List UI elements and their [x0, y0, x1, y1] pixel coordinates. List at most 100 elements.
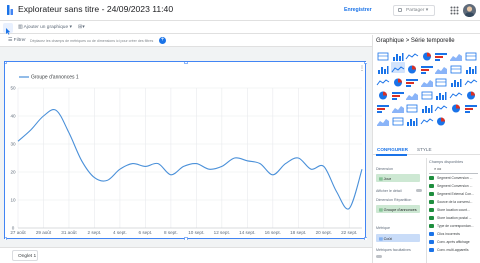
field-item[interactable]: Type de correspondan... — [429, 224, 474, 230]
tab-configure[interactable]: CONFIGURER — [377, 147, 408, 152]
scorecard-compact-icon[interactable] — [434, 49, 449, 61]
add-control-caret: ▾ — [82, 24, 85, 30]
field-label: Segment Conversion ... — [437, 184, 473, 188]
add-chart-button[interactable]: ▥ Ajouter un graphique ▾ — [18, 25, 72, 30]
grouped-bar-icon[interactable] — [376, 75, 390, 86]
optional-metrics-toggle[interactable] — [376, 255, 382, 258]
filled-map-icon[interactable] — [434, 75, 449, 87]
area-chart-icon[interactable] — [419, 88, 434, 100]
x-tick-label: 20 sept. — [316, 230, 332, 235]
breakdown-chip[interactable]: ▤ Groupe d'annonces — [376, 205, 420, 213]
chart-type-picker — [376, 49, 480, 141]
sankey-chart-icon[interactable] — [449, 101, 463, 113]
pivot-heatmap-icon[interactable] — [390, 101, 405, 113]
treemap-icon[interactable] — [434, 101, 449, 112]
timeline-icon[interactable] — [405, 114, 420, 126]
percent-area-icon[interactable] — [434, 88, 449, 100]
drilldown-toggle[interactable] — [416, 189, 422, 192]
resize-handle — [184, 62, 188, 64]
field-item[interactable]: Segment Conversion ... — [429, 184, 472, 190]
stacked-bar-icon[interactable] — [463, 62, 478, 74]
scorecard-sparkline-icon[interactable] — [449, 49, 463, 61]
time-series-chart[interactable]: 0 10 20 30 40 50 27 août 29 août 31 août 2 sept. 4… — [4, 61, 367, 240]
x-tick-label: 12 sept. — [214, 230, 230, 235]
donut-chart-icon[interactable] — [463, 75, 478, 86]
line-chart-icon[interactable] — [390, 88, 405, 100]
field-item[interactable]: Conv. après affichage — [429, 240, 470, 246]
field-item[interactable]: Segment Conversion ... — [429, 176, 472, 182]
bubble-map-icon[interactable] — [419, 75, 434, 87]
metric-chip[interactable]: ▤ Coût — [376, 234, 420, 242]
dimension-chip[interactable]: ▤ Jour — [376, 174, 420, 182]
percent-bar-icon[interactable] — [390, 75, 405, 87]
smoothed-line-icon[interactable] — [419, 62, 434, 74]
table-bars-icon[interactable] — [405, 49, 420, 60]
lock-icon — [398, 8, 402, 12]
x-tick-label: 22 sept. — [341, 230, 357, 235]
field-item[interactable]: Store location count... — [429, 208, 470, 214]
dimension-header: Dimension — [376, 167, 393, 171]
legend-label: Groupe d'annonces 1 — [31, 75, 79, 81]
field-item[interactable]: Clics incorrects — [429, 232, 460, 238]
field-label: Store location postal ... — [437, 216, 472, 220]
avatar[interactable] — [463, 4, 476, 17]
pivot-table-icon[interactable] — [376, 101, 390, 113]
field-item[interactable]: Segment External Con... — [429, 192, 474, 198]
field-label: Segment Conversion ... — [437, 176, 473, 180]
bubble-chart-icon[interactable] — [463, 88, 478, 100]
bar-chart-icon[interactable] — [376, 62, 390, 74]
waterfall-chart-icon[interactable] — [390, 114, 405, 126]
combo-chart-icon[interactable] — [376, 88, 390, 100]
page-tab-bar — [0, 247, 372, 263]
filter-button[interactable]: ☰ Filtrer — [8, 38, 26, 43]
stacked-area-icon[interactable] — [405, 88, 420, 100]
save-button[interactable]: Enregistrer — [344, 7, 372, 13]
toolbar — [0, 21, 480, 34]
column-chart-icon[interactable] — [463, 49, 478, 61]
table-heatmap-icon[interactable] — [390, 49, 405, 61]
select-cursor-icon[interactable] — [3, 23, 13, 35]
page-tab[interactable]: Onglet 1 — [12, 250, 38, 261]
boxplot-icon[interactable] — [419, 114, 434, 125]
pivot-bars-icon[interactable] — [405, 101, 420, 113]
x-tick-label: 31 août — [61, 230, 77, 235]
gauge-chart-icon[interactable] — [463, 101, 478, 113]
resize-handle — [184, 237, 188, 240]
explorer-logo-icon — [7, 5, 13, 15]
breakdown-header: Dimension Répartition — [376, 198, 412, 202]
field-item[interactable]: Conv. multi-appareils — [429, 248, 469, 254]
geo-map-icon[interactable] — [405, 75, 420, 87]
apps-grid-icon[interactable] — [450, 6, 459, 15]
scorecard-icon[interactable] — [419, 49, 434, 61]
add-control-button[interactable]: ⊞▾ — [78, 24, 85, 30]
page-title[interactable]: Explorateur sans titre - 24/09/2023 11:4… — [18, 4, 173, 14]
field-label: Conv. multi-appareils — [437, 248, 469, 252]
table-icon[interactable] — [376, 49, 390, 61]
fields-title: Champs disponibles — [429, 160, 464, 164]
time-series-icon[interactable] — [390, 62, 405, 73]
breadcrumb-current: Série temporelle — [410, 38, 455, 44]
y-tick-label: 20 — [10, 170, 16, 175]
fields-search-input[interactable]: ⌕ co — [429, 167, 478, 174]
pie-chart-icon[interactable] — [449, 75, 463, 87]
breadcrumb-separator: > — [405, 38, 410, 44]
stacked-column-icon[interactable] — [434, 62, 449, 74]
field-item[interactable]: Store location postal ... — [429, 216, 472, 222]
grouped-column-icon[interactable] — [449, 62, 463, 74]
drilldown-label: Afficher le détail — [376, 189, 402, 193]
metric-header: Métrique — [376, 226, 390, 230]
chart-menu-icon: ⋮ — [359, 66, 365, 72]
tab-style[interactable]: STYLE — [417, 147, 432, 152]
bullet-chart-icon[interactable] — [419, 101, 434, 113]
add-filter-icon[interactable]: + — [159, 37, 166, 44]
x-tick-label: 29 août — [36, 230, 52, 235]
breadcrumb-root[interactable]: Graphique — [376, 38, 404, 44]
x-tick-label: 16 sept. — [265, 230, 281, 235]
funnel-chart-icon[interactable] — [434, 114, 449, 126]
scatter-chart-icon[interactable] — [449, 88, 463, 99]
sparkline-icon[interactable] — [405, 62, 420, 74]
gauge-small-icon[interactable] — [376, 114, 390, 126]
field-item[interactable]: Source de la conversi... — [429, 200, 472, 206]
x-tick-label: 6 sept. — [139, 230, 153, 235]
y-tick-label: 40 — [10, 114, 16, 119]
